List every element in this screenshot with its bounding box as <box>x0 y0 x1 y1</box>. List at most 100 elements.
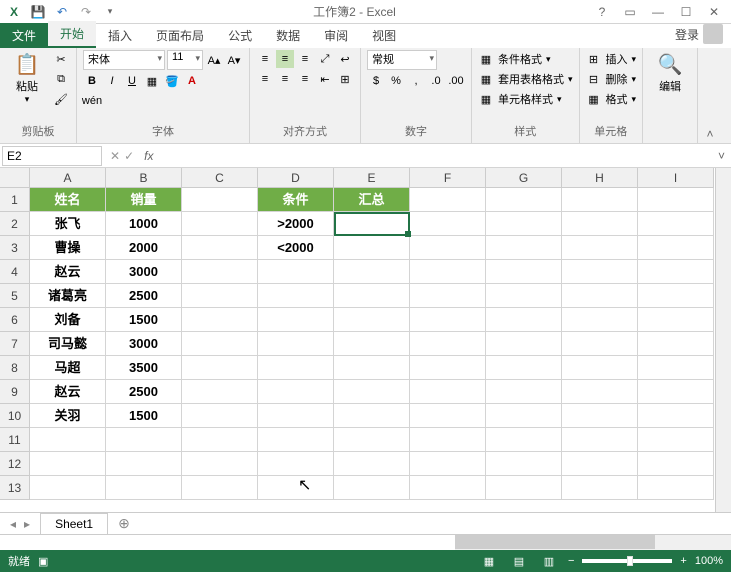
table-format-button[interactable]: ▦套用表格格式▾ <box>478 70 573 88</box>
enter-formula-icon[interactable]: ✓ <box>124 149 134 163</box>
cell-D13[interactable] <box>258 476 334 500</box>
cell-I9[interactable] <box>638 380 714 404</box>
cell-E3[interactable] <box>334 236 410 260</box>
cell-C2[interactable] <box>182 212 258 236</box>
col-header-D[interactable]: D <box>258 168 334 188</box>
cell-F6[interactable] <box>410 308 486 332</box>
formulas-tab[interactable]: 公式 <box>216 23 264 48</box>
col-header-E[interactable]: E <box>334 168 410 188</box>
expand-formula-bar-icon[interactable]: ˅ <box>712 149 731 163</box>
undo-icon[interactable]: ↶ <box>52 2 72 22</box>
cell-A1[interactable]: 姓名 <box>30 188 106 212</box>
cell-G4[interactable] <box>486 260 562 284</box>
bold-icon[interactable]: B <box>83 72 101 90</box>
cell-G12[interactable] <box>486 452 562 476</box>
cell-B1[interactable]: 销量 <box>106 188 182 212</box>
cell-B7[interactable]: 3000 <box>106 332 182 356</box>
cell-B10[interactable]: 1500 <box>106 404 182 428</box>
cell-E8[interactable] <box>334 356 410 380</box>
cell-I2[interactable] <box>638 212 714 236</box>
row-header-12[interactable]: 12 <box>0 452 30 476</box>
cell-G10[interactable] <box>486 404 562 428</box>
cell-G6[interactable] <box>486 308 562 332</box>
row-header-7[interactable]: 7 <box>0 332 30 356</box>
cell-B9[interactable]: 2500 <box>106 380 182 404</box>
cell-C4[interactable] <box>182 260 258 284</box>
merge-icon[interactable]: ⊞ <box>336 70 354 88</box>
cell-A12[interactable] <box>30 452 106 476</box>
zoom-slider[interactable] <box>582 559 672 563</box>
normal-view-icon[interactable]: ▦ <box>478 553 500 569</box>
cell-I10[interactable] <box>638 404 714 428</box>
home-tab[interactable]: 开始 <box>48 21 96 48</box>
decrease-font-icon[interactable]: A▾ <box>225 51 243 69</box>
collapse-ribbon-icon[interactable]: ˄ <box>698 48 722 143</box>
number-format-select[interactable]: 常规 <box>367 50 437 70</box>
cell-E5[interactable] <box>334 284 410 308</box>
cell-H2[interactable] <box>562 212 638 236</box>
minimize-icon[interactable]: — <box>645 2 671 22</box>
cell-B3[interactable]: 2000 <box>106 236 182 260</box>
cell-F10[interactable] <box>410 404 486 428</box>
format-painter-icon[interactable]: 🖌 <box>52 90 70 108</box>
cell-D1[interactable]: 条件 <box>258 188 334 212</box>
cell-G13[interactable] <box>486 476 562 500</box>
cell-F2[interactable] <box>410 212 486 236</box>
cell-F13[interactable] <box>410 476 486 500</box>
cell-H5[interactable] <box>562 284 638 308</box>
qat-dropdown-icon[interactable]: ▾ <box>100 2 120 22</box>
cell-styles-button[interactable]: ▦单元格样式▾ <box>478 90 562 108</box>
cell-A9[interactable]: 赵云 <box>30 380 106 404</box>
cell-A10[interactable]: 关羽 <box>30 404 106 428</box>
formula-bar[interactable] <box>157 154 712 158</box>
increase-font-icon[interactable]: A▴ <box>205 51 223 69</box>
cell-I7[interactable] <box>638 332 714 356</box>
tab-nav-first-icon[interactable]: ◂ <box>10 517 16 531</box>
cell-D5[interactable] <box>258 284 334 308</box>
cell-D10[interactable] <box>258 404 334 428</box>
row-headers[interactable]: 12345678910111213 <box>0 188 30 500</box>
row-header-11[interactable]: 11 <box>0 428 30 452</box>
cell-C3[interactable] <box>182 236 258 260</box>
cell-E7[interactable] <box>334 332 410 356</box>
indent-dec-icon[interactable]: ⇤ <box>316 70 334 88</box>
cell-A6[interactable]: 刘备 <box>30 308 106 332</box>
orientation-icon[interactable]: ⤢ <box>316 50 334 68</box>
col-header-B[interactable]: B <box>106 168 182 188</box>
grid[interactable]: ABCDEFGHI 12345678910111213 姓名销量条件汇总张飞10… <box>0 168 715 512</box>
cell-A4[interactable]: 赵云 <box>30 260 106 284</box>
col-header-F[interactable]: F <box>410 168 486 188</box>
comma-icon[interactable]: , <box>407 72 425 90</box>
save-icon[interactable]: 💾 <box>28 2 48 22</box>
fx-icon[interactable]: fx <box>140 149 157 163</box>
row-header-10[interactable]: 10 <box>0 404 30 428</box>
col-header-I[interactable]: I <box>638 168 714 188</box>
cell-C10[interactable] <box>182 404 258 428</box>
cells[interactable]: 姓名销量条件汇总张飞1000>2000曹操2000<2000赵云3000诸葛亮2… <box>30 188 714 500</box>
cell-D11[interactable] <box>258 428 334 452</box>
cell-B12[interactable] <box>106 452 182 476</box>
zoom-thumb[interactable] <box>627 556 633 566</box>
cell-B2[interactable]: 1000 <box>106 212 182 236</box>
cell-G2[interactable] <box>486 212 562 236</box>
cell-G7[interactable] <box>486 332 562 356</box>
review-tab[interactable]: 审阅 <box>312 23 360 48</box>
cell-F11[interactable] <box>410 428 486 452</box>
cell-E9[interactable] <box>334 380 410 404</box>
cell-C5[interactable] <box>182 284 258 308</box>
cell-F1[interactable] <box>410 188 486 212</box>
tab-nav-last-icon[interactable]: ▸ <box>24 517 30 531</box>
cell-H4[interactable] <box>562 260 638 284</box>
row-header-8[interactable]: 8 <box>0 356 30 380</box>
cell-A2[interactable]: 张飞 <box>30 212 106 236</box>
cell-H8[interactable] <box>562 356 638 380</box>
format-cells-button[interactable]: ▦格式▾ <box>586 90 637 108</box>
dec-decimal-icon[interactable]: .00 <box>447 72 465 90</box>
cell-F8[interactable] <box>410 356 486 380</box>
cell-H13[interactable] <box>562 476 638 500</box>
cell-D3[interactable]: <2000 <box>258 236 334 260</box>
cell-E12[interactable] <box>334 452 410 476</box>
cell-A11[interactable] <box>30 428 106 452</box>
cell-D7[interactable] <box>258 332 334 356</box>
page-layout-view-icon[interactable]: ▤ <box>508 553 530 569</box>
